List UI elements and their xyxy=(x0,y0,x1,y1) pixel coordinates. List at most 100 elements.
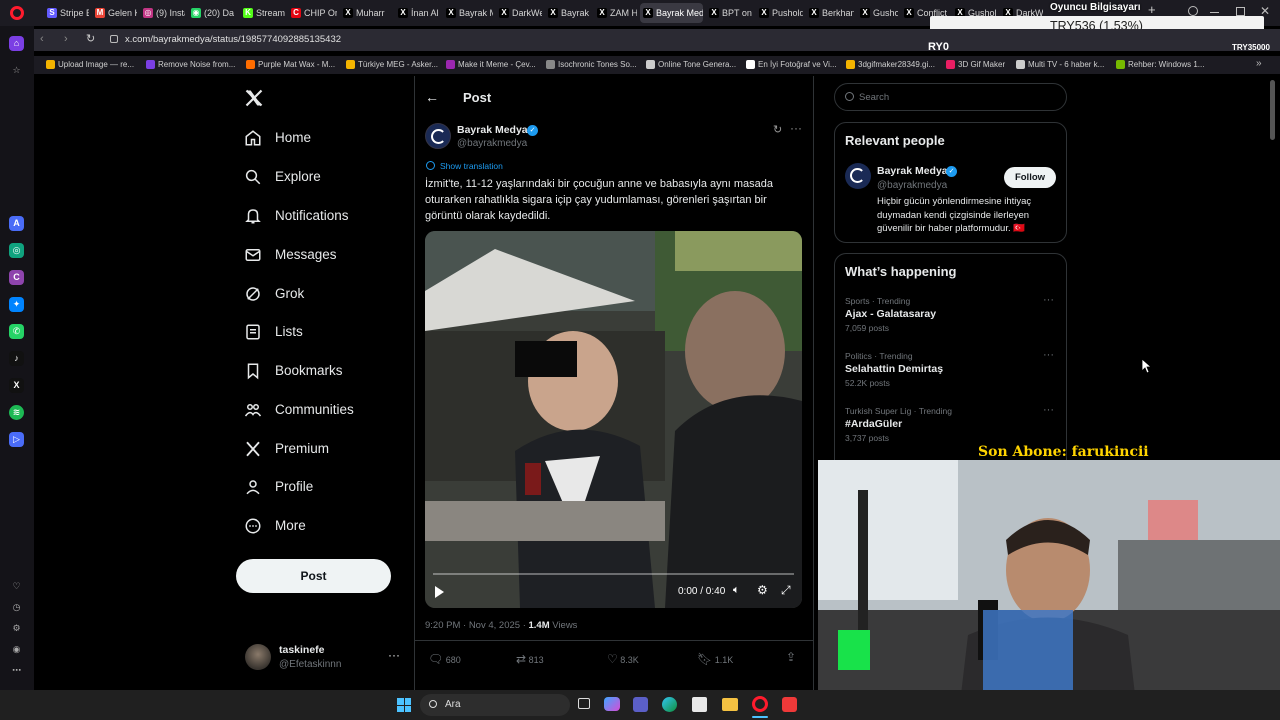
tab-14[interactable]: X Pushold xyxy=(756,3,803,23)
bookmark-item[interactable]: Multi TV - 6 haber k... xyxy=(1016,60,1104,69)
copilot-icon[interactable] xyxy=(604,697,620,711)
tab-favicon-icon: X xyxy=(860,8,870,18)
repost-button[interactable]: ⇄ 813 xyxy=(516,652,544,666)
bookmark-item[interactable]: 3D Gif Maker xyxy=(946,60,1005,69)
share-icon[interactable]: ⇪ xyxy=(786,650,796,664)
tab-4[interactable]: K Stream xyxy=(240,3,285,23)
search-input[interactable]: Search xyxy=(859,92,889,103)
bookmark-item[interactable]: Rehber: Windows 1... xyxy=(1116,60,1204,69)
star-sidebar-icon[interactable]: ☆ xyxy=(9,63,24,78)
x-logo-icon xyxy=(244,440,262,458)
tab-10[interactable]: XBayrak M xyxy=(545,3,591,23)
forward-icon[interactable]: › xyxy=(64,33,68,45)
person-name[interactable]: Bayrak Medya xyxy=(877,165,948,177)
store-icon[interactable] xyxy=(692,697,707,712)
tiktok-icon[interactable]: ♪ xyxy=(9,351,24,366)
trend-more-icon[interactable]: ··· xyxy=(1043,294,1054,306)
chatgpt-icon[interactable]: ◎ xyxy=(9,243,24,258)
whatsapp-icon[interactable]: ✆ xyxy=(9,324,24,339)
settings-icon[interactable]: ⚙ xyxy=(757,583,768,597)
back-icon[interactable]: ‹ xyxy=(40,33,44,45)
follow-button[interactable]: Follow xyxy=(1004,167,1056,188)
tab-2[interactable]: ◎(9) Insta xyxy=(140,3,185,23)
search-box[interactable]: Search xyxy=(834,83,1067,111)
person-avatar[interactable] xyxy=(845,163,871,189)
messenger-icon[interactable]: ✦ xyxy=(9,297,24,312)
tab-favicon-icon: X xyxy=(709,8,719,18)
bookmark-item[interactable]: Online Tone Genera... xyxy=(646,60,736,69)
edge-icon[interactable] xyxy=(662,697,677,712)
tab-7[interactable]: X İnan Al xyxy=(395,3,440,23)
author-avatar[interactable] xyxy=(425,123,451,149)
bookmark-button[interactable]: 🔖︎ 1.1K xyxy=(697,652,733,666)
trend-item[interactable]: Sports · Trending Ajax - Galatasaray 7,059… xyxy=(845,294,1057,340)
repost-icon: ⇄ xyxy=(516,652,527,666)
tab-9[interactable]: X DarkWe xyxy=(496,3,542,23)
heart-sidebar-icon[interactable]: ♡ xyxy=(9,579,24,594)
tab-5[interactable]: C CHIP Or xyxy=(288,3,337,23)
reply-button[interactable]: 🗨︎ 680 xyxy=(428,652,461,666)
x-sidebar-icon[interactable]: X xyxy=(9,378,24,393)
site-info-icon[interactable] xyxy=(110,35,118,43)
tab-1[interactable]: MGelen K xyxy=(92,3,137,23)
taskbar-search[interactable]: Ara xyxy=(420,694,570,716)
webcam-scene xyxy=(818,460,1280,720)
history-icon[interactable]: ◷ xyxy=(9,600,24,615)
tab-3[interactable]: ◉ (20) Da xyxy=(188,3,237,23)
tab-15[interactable]: X Berkhan xyxy=(806,3,854,23)
video-player[interactable]: 0:00 / 0:40 🔈︎ ⚙ ⤢ xyxy=(425,231,802,608)
volume-icon[interactable]: 🔈︎ xyxy=(733,584,740,597)
tab-0[interactable]: S Stripe E xyxy=(44,3,89,23)
bookmark-item[interactable]: Remove Noise from... xyxy=(146,60,235,69)
file-explorer-icon[interactable] xyxy=(722,698,738,711)
tab-8[interactable]: XBayrak M xyxy=(443,3,493,23)
tips-icon[interactable]: ◉ xyxy=(9,642,24,657)
player-icon[interactable]: ▷ xyxy=(9,432,24,447)
tab-16[interactable]: XGushold xyxy=(857,3,898,23)
windows-start-icon[interactable] xyxy=(397,698,411,712)
tab-13[interactable]: X BPT on xyxy=(706,3,753,23)
x-logo-icon[interactable] xyxy=(244,88,264,108)
author-handle[interactable]: @bayrakmedya xyxy=(457,138,527,149)
show-translation-link[interactable]: Show translation xyxy=(440,161,503,171)
page-scrollbar[interactable] xyxy=(1270,80,1275,140)
extension-icon[interactable]: C xyxy=(9,270,24,285)
aria-icon[interactable]: A xyxy=(9,216,24,231)
task-view-icon[interactable] xyxy=(578,698,590,709)
bookmark-item[interactable]: Make it Meme - Çev... xyxy=(446,60,536,69)
trend-more-icon[interactable]: ··· xyxy=(1043,404,1054,416)
home-sidebar-icon[interactable]: ⌂ xyxy=(9,36,24,51)
settings-sidebar-icon[interactable]: ⚙ xyxy=(9,621,24,636)
account-switcher[interactable]: taskinefe @Efetaskinnn ··· xyxy=(240,640,410,676)
bookmarks-more-icon[interactable]: » xyxy=(1256,58,1262,69)
bookmark-item[interactable]: Upload Image — re... xyxy=(46,60,134,69)
fullscreen-icon[interactable]: ⤢ xyxy=(781,583,791,598)
tab-6[interactable]: X Muharr xyxy=(340,3,392,23)
play-icon[interactable] xyxy=(435,586,444,598)
trend-more-icon[interactable]: ··· xyxy=(1043,349,1054,361)
opera-taskbar-icon[interactable] xyxy=(752,696,768,712)
spotify-icon[interactable]: ≋ xyxy=(9,405,24,420)
post-button[interactable]: Post xyxy=(236,559,391,593)
url-field[interactable]: x.com/bayrakmedya/status/198577409288513… xyxy=(125,34,341,45)
opera-logo-icon[interactable] xyxy=(10,6,24,20)
tab-12[interactable]: XBayrak Medya xyxy=(640,3,703,23)
more-sidebar-icon[interactable]: ⋯ xyxy=(9,663,24,678)
author-name[interactable]: Bayrak Medya xyxy=(457,124,528,136)
grok-analyze-icon[interactable]: ↻ xyxy=(773,123,782,136)
post-more-icon[interactable]: ··· xyxy=(790,121,802,135)
teams-icon[interactable] xyxy=(633,697,648,712)
vivaldi-icon[interactable] xyxy=(782,697,797,712)
bookmark-item[interactable]: Purple Mat Wax - M... xyxy=(246,60,335,69)
account-more-icon[interactable]: ··· xyxy=(388,648,400,662)
bookmark-item[interactable]: En İyi Fotoğraf ve Vi... xyxy=(746,60,837,69)
video-progress-track[interactable] xyxy=(433,573,794,575)
bookmark-item[interactable]: Türkiye MEG - Asker... xyxy=(346,60,438,69)
bookmark-item[interactable]: Isochronic Tones So... xyxy=(546,60,637,69)
bookmark-item[interactable]: 3dgifmaker28349.gi... xyxy=(846,60,935,69)
back-arrow-icon[interactable]: ← xyxy=(425,89,439,105)
like-button[interactable]: ♡ 8.3K xyxy=(607,652,639,666)
trend-item[interactable]: Politics · Trending Selahattin Demirtaş 52… xyxy=(845,349,1057,395)
tab-11[interactable]: XZAM Ha xyxy=(594,3,637,23)
reload-icon[interactable]: ↻ xyxy=(86,32,95,45)
